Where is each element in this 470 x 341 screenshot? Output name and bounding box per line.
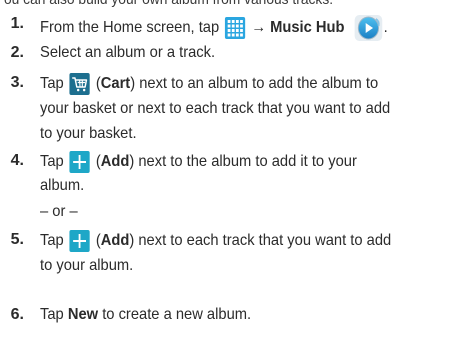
apps-grid-icon xyxy=(225,17,246,39)
step-number: 1. xyxy=(10,15,24,32)
step-1-line: From the Home screen, tap → Music Hub . xyxy=(40,14,388,42)
add-label: Add xyxy=(100,153,130,171)
step-4-line-1: Tap (Add) next to the album to add it to… xyxy=(40,151,357,173)
tap-word: Tap xyxy=(40,232,64,250)
arrow: → xyxy=(251,19,267,37)
step-number: 4. xyxy=(10,152,24,169)
step-3-line-3: to your basket. xyxy=(40,125,137,142)
step-3-line-2: your basket or next to each track that y… xyxy=(40,100,391,117)
step-text: to create a new album. xyxy=(102,306,252,323)
step-number: 2. xyxy=(10,44,24,61)
step-6-line: Tap New to create a new album. xyxy=(40,305,251,325)
music-hub-label: Music Hub xyxy=(270,19,345,37)
step-text: next to each track that you want to add xyxy=(138,232,392,250)
tap-word: Tap xyxy=(40,306,64,323)
add-label: Add xyxy=(100,232,130,250)
tap-word: Tap xyxy=(40,75,64,93)
music-hub-icon xyxy=(354,14,383,42)
cutoff-header-text: ou can also build your own album from va… xyxy=(4,0,333,8)
step-text: next to an album to add the album to xyxy=(139,75,379,93)
step-5-line-1: Tap (Add) next to each track that you wa… xyxy=(40,230,391,252)
step-text: From the Home screen, tap xyxy=(40,19,220,37)
or-separator: – or – xyxy=(40,203,78,220)
paren: ) xyxy=(129,153,135,171)
tap-word: Tap xyxy=(40,153,64,171)
step-number: 3. xyxy=(10,74,24,91)
paren: ) xyxy=(129,232,135,250)
step-4-line-2: album. xyxy=(40,177,85,194)
paren: ) xyxy=(130,75,136,93)
step-text: next to the album to add it to your xyxy=(138,153,357,171)
cart-label: Cart xyxy=(100,75,131,93)
new-label: New xyxy=(67,306,99,323)
cart-icon xyxy=(69,73,90,95)
step-number: 6. xyxy=(10,306,24,323)
step-number: 5. xyxy=(10,231,24,248)
step-5-line-2: to your album. xyxy=(40,257,134,274)
add-icon xyxy=(69,230,90,252)
step-end: . xyxy=(383,19,388,37)
step-text: Select an album or a track. xyxy=(40,44,216,61)
add-icon xyxy=(69,151,90,173)
instruction-page: ou can also build your own album from va… xyxy=(0,0,470,341)
step-3-line-1: Tap (Cart) next to an album to add the a… xyxy=(40,73,378,95)
